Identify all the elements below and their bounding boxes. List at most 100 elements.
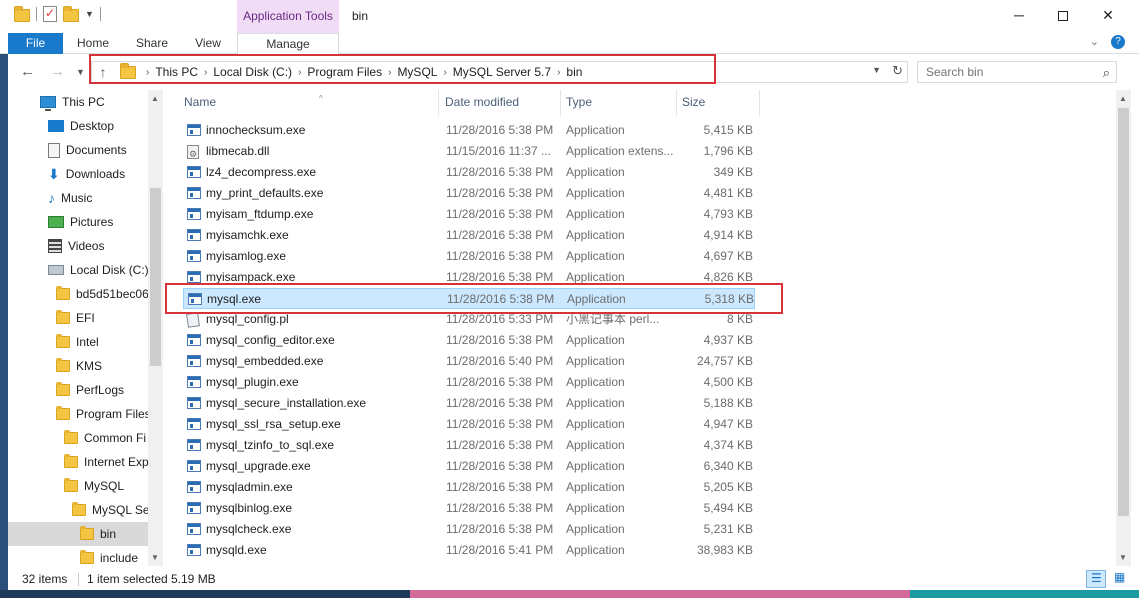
file-row[interactable]: mysql_tzinfo_to_sql.exe 11/28/2016 5:38 P… xyxy=(183,435,755,456)
nav-item[interactable]: MySQL Se xyxy=(8,498,148,522)
recent-locations-chevron-icon[interactable]: ▼ xyxy=(76,67,85,77)
nav-item[interactable]: ♪ Music xyxy=(8,186,148,210)
file-row[interactable]: myisam_ftdump.exe 11/28/2016 5:38 PM Appli… xyxy=(183,204,755,225)
nav-item-label: bin xyxy=(100,527,117,541)
script-file-icon xyxy=(186,312,200,328)
file-row[interactable]: mysqlbinlog.exe 11/28/2016 5:38 PM Applica… xyxy=(183,498,755,519)
search-icon[interactable]: ⌕ xyxy=(1103,65,1110,81)
file-row[interactable]: mysql_plugin.exe 11/28/2016 5:38 PM Applic… xyxy=(183,372,755,393)
file-row[interactable]: mysql_config.pl 11/28/2016 5:33 PM 小黑记事本 p… xyxy=(183,309,755,330)
file-row[interactable]: lz4_decompress.exe 11/28/2016 5:38 PM Appl… xyxy=(183,162,755,183)
nav-item[interactable]: Pictures xyxy=(8,210,148,234)
file-row[interactable]: my_print_defaults.exe 11/28/2016 5:38 PM A… xyxy=(183,183,755,204)
nav-item[interactable]: Documents xyxy=(8,138,148,162)
file-row[interactable]: mysql_embedded.exe 11/28/2016 5:40 PM Appl… xyxy=(183,351,755,372)
search-box[interactable]: ⌕ xyxy=(917,61,1117,83)
maximize-button[interactable] xyxy=(1040,0,1086,30)
nav-item[interactable]: EFI xyxy=(8,306,148,330)
new-folder-icon[interactable] xyxy=(63,5,79,22)
nav-item[interactable]: MySQL xyxy=(8,474,148,498)
nav-item[interactable]: Desktop xyxy=(8,114,148,138)
nav-item[interactable]: Program Files xyxy=(8,402,148,426)
file-size: 5,188 KB xyxy=(703,396,753,410)
breadcrumb-separator[interactable]: › xyxy=(146,67,149,78)
scroll-down-arrow-icon[interactable]: ▼ xyxy=(151,553,159,562)
tab-home[interactable]: Home xyxy=(68,33,118,54)
file-row[interactable]: mysql_config_editor.exe 11/28/2016 5:38 P… xyxy=(183,330,755,351)
refresh-icon[interactable]: ↻ xyxy=(892,63,903,79)
file-row[interactable]: innochecksum.exe 11/28/2016 5:38 PM Applic… xyxy=(183,120,755,141)
nav-item[interactable]: Local Disk (C:) xyxy=(8,258,148,282)
nav-item[interactable]: ⬇ Downloads xyxy=(8,162,148,186)
breadcrumb-separator[interactable]: › xyxy=(204,67,207,78)
file-row[interactable]: libmecab.dll 11/15/2016 11:37 ... Applicat… xyxy=(183,141,755,165)
scroll-down-arrow-icon[interactable]: ▼ xyxy=(1119,553,1127,562)
customize-toolbar-chevron-icon[interactable]: ▼ xyxy=(85,9,94,19)
search-input[interactable] xyxy=(918,62,1093,82)
file-date: 11/28/2016 5:38 PM xyxy=(446,501,554,515)
breadcrumb-bin[interactable]: bin xyxy=(566,65,582,79)
breadcrumb-separator[interactable]: › xyxy=(443,67,446,78)
column-header-size[interactable]: Size xyxy=(677,90,760,116)
nav-item[interactable]: Videos xyxy=(8,234,148,258)
minimize-button[interactable]: ─ xyxy=(996,0,1042,30)
nav-item[interactable]: PerfLogs xyxy=(8,378,148,402)
application-icon xyxy=(187,271,201,283)
file-row[interactable]: mysqld.exe 11/28/2016 5:41 PM Application 3… xyxy=(183,540,755,561)
expand-ribbon-chevron-icon[interactable]: ⌄ xyxy=(1090,35,1099,49)
nav-item[interactable]: include xyxy=(8,546,148,566)
large-icons-view-icon[interactable] xyxy=(1110,570,1130,588)
breadcrumb-program-files[interactable]: Program Files xyxy=(307,65,382,79)
back-arrow-icon[interactable]: ← xyxy=(20,63,35,80)
column-header-type[interactable]: Type xyxy=(561,90,677,116)
breadcrumb-separator[interactable]: › xyxy=(298,67,301,78)
column-header-date[interactable]: Date modified xyxy=(440,90,561,116)
scroll-up-arrow-icon[interactable]: ▲ xyxy=(151,94,159,103)
nav-item[interactable]: Common Fi xyxy=(8,426,148,450)
address-bar[interactable]: ↑ › This PC › Local Disk (C:) › Program … xyxy=(91,61,908,83)
nav-item[interactable]: bd5d51bec06 xyxy=(8,282,148,306)
breadcrumb-this-pc[interactable]: This PC xyxy=(155,65,198,79)
help-icon[interactable]: ? xyxy=(1111,35,1125,49)
file-row[interactable]: myisamlog.exe 11/28/2016 5:38 PM Applicati… xyxy=(183,246,755,267)
file-row[interactable]: myisampack.exe 11/28/2016 5:38 PM Applicat… xyxy=(183,267,755,288)
item-count: 32 items xyxy=(22,572,68,586)
breadcrumb-separator[interactable]: › xyxy=(557,67,560,78)
column-header-name[interactable]: Name ^ xyxy=(179,90,439,116)
breadcrumb-mysql[interactable]: MySQL xyxy=(397,65,437,79)
desktop-background xyxy=(0,590,1139,598)
tab-manage[interactable]: Manage xyxy=(237,33,339,55)
scroll-up-arrow-icon[interactable]: ▲ xyxy=(1119,94,1127,103)
close-button[interactable]: ✕ xyxy=(1085,0,1131,30)
nav-item[interactable]: This PC xyxy=(8,90,148,114)
nav-item[interactable]: Internet Exp xyxy=(8,450,148,474)
up-arrow-icon[interactable]: ↑ xyxy=(92,64,114,80)
tab-share[interactable]: Share xyxy=(124,33,180,54)
nav-item[interactable]: bin xyxy=(8,522,148,546)
details-view-icon[interactable] xyxy=(1086,570,1106,588)
file-list: Name ^ Date modified Type Size innocheck… xyxy=(165,90,1116,566)
file-row[interactable]: myisamchk.exe 11/28/2016 5:38 PM Applicati… xyxy=(183,225,755,246)
address-history-chevron-icon[interactable]: ▼ xyxy=(872,65,881,75)
file-row[interactable]: mysql_ssl_rsa_setup.exe 11/28/2016 5:38 P… xyxy=(183,414,755,435)
properties-icon[interactable] xyxy=(43,6,57,22)
forward-arrow-icon[interactable]: → xyxy=(50,63,65,80)
file-row[interactable]: mysqlcheck.exe 11/28/2016 5:38 PM Applicat… xyxy=(183,519,755,540)
nav-item[interactable]: KMS xyxy=(8,354,148,378)
nav-pane-scrollbar[interactable]: ▲ ▼ xyxy=(148,90,163,566)
tab-file[interactable]: File xyxy=(8,33,63,54)
file-row[interactable]: mysql.exe 11/28/2016 5:38 PM Application 5,… xyxy=(183,288,755,309)
file-row[interactable]: mysql_upgrade.exe 11/28/2016 5:38 PM Appli… xyxy=(183,456,755,477)
file-row[interactable]: mysqladmin.exe 11/28/2016 5:38 PM Applicat… xyxy=(183,477,755,498)
nav-item[interactable]: Intel xyxy=(8,330,148,354)
scrollbar-thumb[interactable] xyxy=(1118,108,1129,516)
file-name: myisamchk.exe xyxy=(206,228,289,242)
breadcrumb-local-disk[interactable]: Local Disk (C:) xyxy=(213,65,292,79)
breadcrumb-mysql-server[interactable]: MySQL Server 5.7 xyxy=(453,65,551,79)
file-list-scrollbar[interactable]: ▲ ▼ xyxy=(1116,90,1131,566)
breadcrumb-separator[interactable]: › xyxy=(388,67,391,78)
tab-view[interactable]: View xyxy=(184,33,232,54)
file-row[interactable]: mysql_secure_installation.exe 11/28/2016 … xyxy=(183,393,755,414)
file-size: 5,231 KB xyxy=(703,522,753,536)
scrollbar-thumb[interactable] xyxy=(150,188,161,366)
